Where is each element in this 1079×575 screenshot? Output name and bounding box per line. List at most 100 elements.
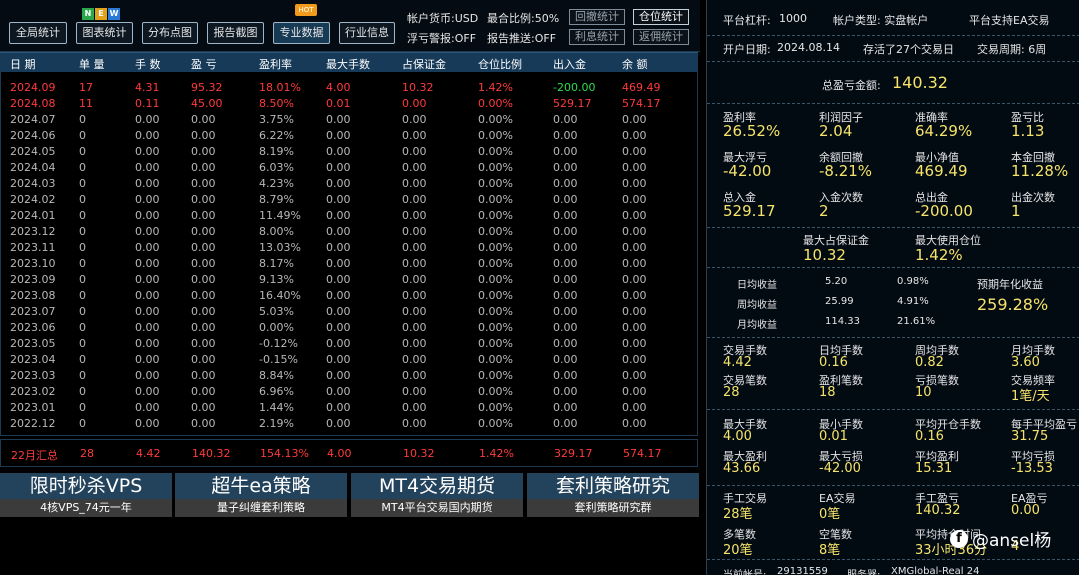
account-label: 当前帐号: bbox=[723, 566, 766, 575]
table-cell: 0.00% bbox=[478, 369, 513, 382]
promo-ea[interactable]: 超牛ea策略 量子纠缠套利策略 bbox=[175, 473, 347, 517]
promo-vps-sub: 4核VPS_74元一年 bbox=[0, 499, 172, 517]
table-cell: 0.00% bbox=[478, 241, 513, 254]
table-cell: -0.12% bbox=[259, 337, 298, 350]
open-date-label: 开户日期: bbox=[723, 43, 771, 56]
table-cell: 1.44% bbox=[259, 401, 294, 414]
daily-return-amount: 5.20 bbox=[825, 276, 848, 287]
table-cell: -0.15% bbox=[259, 353, 298, 366]
metric-value: 0.01 bbox=[819, 429, 848, 444]
table-cell: 0.00 bbox=[191, 257, 216, 270]
table-cell: 0.00 bbox=[622, 241, 647, 254]
table-cell: 11 bbox=[79, 97, 93, 110]
margin-section: 最大占保证金 10.32 最大使用仓位 1.42% bbox=[707, 228, 1079, 268]
table-row: 2023.09 0 0.00 0.00 9.13% 0.00 0.00 0.00% 0.00 0.… bbox=[0, 272, 698, 288]
table-cell: 0.00 bbox=[553, 177, 578, 190]
table-cell: 0.00 bbox=[326, 369, 351, 382]
watermark-text: @ansel杨 bbox=[972, 531, 1052, 551]
table-cell: 0.00 bbox=[326, 417, 351, 430]
table-cell: 0.00 bbox=[326, 161, 351, 174]
table-cell: 6.96% bbox=[259, 385, 294, 398]
distribution-plot-button[interactable]: 分布点图 bbox=[142, 22, 198, 44]
col-balance: 余 额 bbox=[622, 58, 648, 71]
table-cell: 0.00 bbox=[135, 161, 160, 174]
table-row: 2023.10 0 0.00 0.00 8.17% 0.00 0.00 0.00% 0.00 0.… bbox=[0, 256, 698, 272]
metric-value: 0.00 bbox=[1011, 503, 1040, 518]
global-stats-button[interactable]: 全局统计 bbox=[9, 22, 67, 44]
table-cell: 0.00 bbox=[622, 401, 647, 414]
table-cell: 0.00 bbox=[326, 241, 351, 254]
metric-value: 26.52% bbox=[723, 122, 781, 140]
table-cell: 2024.01 bbox=[10, 209, 56, 222]
table-cell: 0.00 bbox=[135, 177, 160, 190]
table-cell: 0.11 bbox=[135, 97, 160, 110]
table-cell: 0.00 bbox=[191, 113, 216, 126]
interest-stats-button[interactable]: 利息统计 bbox=[569, 29, 625, 45]
metric-value: 4.00 bbox=[723, 429, 752, 444]
table-cell: 0.00 bbox=[402, 97, 427, 110]
table-cell: 0.00 bbox=[191, 161, 216, 174]
chart-stats-button[interactable]: 图表统计 bbox=[76, 22, 133, 44]
table-cell: 574.17 bbox=[622, 97, 661, 110]
table-cell: 0.00 bbox=[191, 241, 216, 254]
table-cell: 0.00 bbox=[326, 289, 351, 302]
promo-vps[interactable]: 限时秒杀VPS 4核VPS_74元一年 bbox=[0, 473, 172, 517]
table-row: 2024.04 0 0.00 0.00 6.03% 0.00 0.00 0.00% 0.00 0.… bbox=[0, 160, 698, 176]
returns-section: 日均收益 5.20 0.98% 周均收益 25.99 4.91% 月均收益 11… bbox=[707, 268, 1079, 338]
table-cell: 2023.06 bbox=[10, 321, 56, 334]
position-stats-button[interactable]: 仓位统计 bbox=[633, 9, 689, 25]
table-cell: 0.00 bbox=[553, 273, 578, 286]
table-cell: 0.00 bbox=[553, 321, 578, 334]
table-cell: 11.49% bbox=[259, 209, 301, 222]
promo-ea-title: 超牛ea策略 bbox=[175, 473, 347, 499]
table-row: 2024.09 17 4.31 95.32 18.01% 4.00 10.32 1.42% -2… bbox=[0, 80, 698, 96]
summary-position-ratio: 1.42% bbox=[479, 447, 514, 460]
table-cell: 0 bbox=[79, 321, 86, 334]
table-row: 2023.01 0 0.00 0.00 1.44% 0.00 0.00 0.00% 0.00 0.… bbox=[0, 400, 698, 416]
table-cell: 0.00 bbox=[326, 353, 351, 366]
table-cell: 0 bbox=[79, 177, 86, 190]
table-cell: 6.22% bbox=[259, 129, 294, 142]
table-cell: 0.00 bbox=[622, 305, 647, 318]
summary-margin: 10.32 bbox=[403, 447, 435, 460]
drawdown-stats-button[interactable]: 回撤统计 bbox=[569, 9, 625, 25]
promo-arbitrage[interactable]: 套利策略研究 套利策略研究群 bbox=[527, 473, 699, 517]
table-cell: 0 bbox=[79, 289, 86, 302]
table-cell: 0.00 bbox=[622, 225, 647, 238]
table-cell: 9.13% bbox=[259, 273, 294, 286]
metric-value: 10 bbox=[915, 385, 932, 400]
table-cell: 0.00 bbox=[553, 225, 578, 238]
metric-value: 28笔 bbox=[723, 507, 753, 522]
table-cell: 17 bbox=[79, 81, 93, 94]
metric-value: 469.49 bbox=[915, 162, 968, 180]
table-cell: 0.00 bbox=[402, 177, 427, 190]
rebate-stats-button[interactable]: 返佣统计 bbox=[633, 29, 689, 45]
table-cell: 0.00% bbox=[478, 289, 513, 302]
promo-futures[interactable]: MT4交易期货 MT4平台交易国内期货 bbox=[351, 473, 523, 517]
pro-data-button[interactable]: 专业数据 bbox=[273, 22, 330, 44]
table-cell: 0.00 bbox=[622, 161, 647, 174]
table-cell: 0.00 bbox=[326, 129, 351, 142]
table-cell: 0.00 bbox=[553, 337, 578, 350]
new-badge: N E W bbox=[82, 8, 120, 20]
platform-info: 平台杠杆: 1000 帐户类型: 实盘帐户 平台支持EA交易 bbox=[707, 0, 1079, 36]
table-cell: 0.00 bbox=[326, 145, 351, 158]
promo-futures-title: MT4交易期货 bbox=[351, 473, 523, 499]
table-cell: 0.00 bbox=[191, 417, 216, 430]
table-cell: 0.00 bbox=[622, 385, 647, 398]
trade-cycle: 交易周期: 6周 bbox=[977, 43, 1047, 56]
table-cell: 0.00 bbox=[553, 193, 578, 206]
table-cell: 0.00 bbox=[191, 305, 216, 318]
summary-deposit: 329.17 bbox=[554, 447, 593, 460]
table-cell: 0.00 bbox=[191, 321, 216, 334]
col-pl: 盈 亏 bbox=[191, 58, 217, 71]
table-cell: 0.00 bbox=[191, 145, 216, 158]
table-cell: 2024.03 bbox=[10, 177, 56, 190]
open-info: 开户日期: 2024.08.14 存活了27个交易日 交易周期: 6周 bbox=[707, 36, 1079, 62]
table-cell: 0.00 bbox=[622, 193, 647, 206]
industry-info-button[interactable]: 行业信息 bbox=[339, 22, 395, 44]
report-screenshot-button[interactable]: 报告截图 bbox=[207, 22, 264, 44]
table-cell: 0.00 bbox=[402, 305, 427, 318]
table-cell: 13.03% bbox=[259, 241, 301, 254]
daily-return-label: 日均收益 bbox=[737, 280, 777, 291]
